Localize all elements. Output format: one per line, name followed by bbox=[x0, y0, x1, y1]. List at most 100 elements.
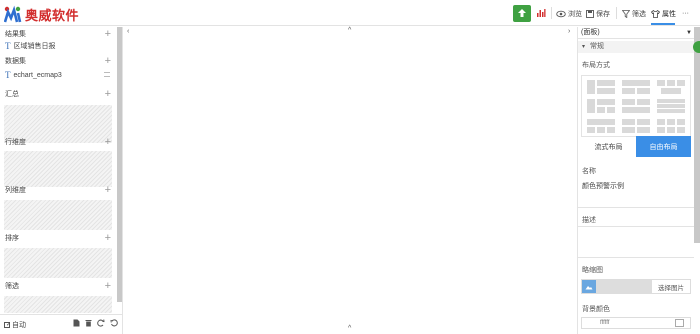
tab-flow-layout[interactable]: 流式布局 bbox=[581, 136, 636, 157]
layout-mode-tabs: 流式布局 自由布局 bbox=[581, 136, 691, 157]
name-value: 颜色预警示例 bbox=[582, 183, 624, 190]
publish-button[interactable] bbox=[513, 5, 531, 22]
thumb-label: 略缩图 bbox=[582, 267, 603, 274]
sync-icon[interactable] bbox=[97, 319, 105, 327]
row-dim-drop-zone[interactable] bbox=[4, 151, 112, 187]
sort-drop-zone[interactable] bbox=[4, 248, 112, 278]
component-select[interactable]: (面板) ▼ bbox=[578, 27, 694, 39]
top-toolbar: 奥威软件 浏览 保存 筛选 属性 ··· bbox=[0, 0, 700, 26]
row-dim-label: 行维度 bbox=[5, 139, 26, 146]
property-tab[interactable]: 属性 bbox=[651, 8, 676, 19]
tab-flow-label: 流式布局 bbox=[594, 144, 623, 151]
filter-header: 筛选 + bbox=[5, 280, 111, 292]
panel-toggle-button[interactable] bbox=[693, 41, 700, 53]
tab-free-label: 自由布局 bbox=[649, 143, 678, 151]
layout-label: 布局方式 bbox=[582, 62, 610, 69]
layout-option-5[interactable] bbox=[622, 99, 650, 113]
filter-label: 筛选 bbox=[5, 283, 19, 290]
image-icon bbox=[582, 280, 596, 293]
shirt-icon bbox=[651, 9, 660, 18]
choose-image-button[interactable]: 选择图片 bbox=[652, 280, 690, 293]
browse-label: 浏览 bbox=[568, 10, 582, 18]
report-item-label: 区域销售日报 bbox=[13, 43, 56, 50]
layout-option-6[interactable] bbox=[657, 99, 685, 113]
active-tab-indicator bbox=[651, 23, 675, 25]
save-label: 保存 bbox=[596, 10, 610, 18]
add-filter-icon[interactable]: + bbox=[105, 280, 111, 292]
upload-icon bbox=[518, 9, 526, 17]
layout-option-4[interactable] bbox=[587, 99, 615, 113]
property-label: 属性 bbox=[662, 10, 676, 18]
save-icon bbox=[586, 9, 594, 18]
layout-option-3[interactable] bbox=[657, 80, 685, 94]
browse-button[interactable]: 浏览 bbox=[556, 8, 582, 19]
save-button[interactable]: 保存 bbox=[586, 8, 610, 19]
general-section-label: 常规 bbox=[589, 43, 604, 50]
dataset-label: 数据集 bbox=[5, 58, 26, 65]
layout-option-8[interactable] bbox=[622, 119, 650, 133]
trash-icon[interactable] bbox=[85, 319, 92, 327]
divider bbox=[616, 7, 617, 19]
add-summary-icon[interactable]: + bbox=[105, 88, 111, 100]
result-set-header: 结果集 + bbox=[5, 28, 111, 40]
text-type-icon: T bbox=[5, 41, 11, 51]
right-scrollbar[interactable] bbox=[694, 27, 700, 243]
bgcolor-label: 背景颜色 bbox=[582, 306, 610, 313]
chevron-down-icon: ▼ bbox=[686, 30, 692, 36]
general-section-header[interactable]: ▾ 常规 bbox=[578, 41, 694, 53]
collapse-left-icon[interactable]: ‹ bbox=[127, 28, 129, 35]
collapse-bottom-icon[interactable]: ^ bbox=[348, 325, 351, 332]
bgcolor-value: ffffff bbox=[600, 320, 610, 326]
col-dim-drop-zone[interactable] bbox=[4, 200, 112, 230]
layout-option-9[interactable] bbox=[657, 119, 685, 133]
filter-label: 筛选 bbox=[632, 10, 646, 18]
col-dim-header: 列维度 + bbox=[5, 184, 111, 196]
design-canvas[interactable]: ‹ ^ › ^ bbox=[122, 27, 578, 334]
layout-option-2[interactable] bbox=[622, 80, 650, 94]
desc-field[interactable] bbox=[578, 226, 694, 258]
summary-label: 汇总 bbox=[5, 91, 19, 98]
layout-option-7[interactable] bbox=[587, 119, 615, 133]
sort-header: 排序 + bbox=[5, 232, 111, 244]
eye-icon bbox=[556, 10, 566, 17]
left-panel: 结果集 + T 区域销售日报 数据集 + T echart_ecmap3 汇总 … bbox=[0, 27, 118, 334]
col-dim-label: 列维度 bbox=[5, 187, 26, 194]
collapse-right-icon[interactable]: › bbox=[568, 28, 570, 35]
filter-button[interactable]: 筛选 bbox=[622, 8, 646, 19]
divider bbox=[551, 7, 552, 19]
add-col-dim-icon[interactable]: + bbox=[105, 184, 111, 196]
right-panel: (面板) ▼ ▾ 常规 布局方式 流式布局 自由布局 名称 颜色预警示例 描述 … bbox=[578, 27, 700, 334]
list-item[interactable]: T 区域销售日报 bbox=[5, 40, 111, 52]
app-name: 奥威软件 bbox=[25, 7, 80, 23]
add-result-set-icon[interactable]: + bbox=[105, 28, 111, 40]
layout-option-1[interactable] bbox=[587, 80, 615, 94]
sort-label: 排序 bbox=[5, 235, 19, 242]
tab-free-layout[interactable]: 自由布局 bbox=[636, 136, 691, 157]
chart-button[interactable] bbox=[536, 8, 546, 18]
chevron-down-icon: ▾ bbox=[582, 44, 586, 50]
filter-icon bbox=[622, 9, 630, 18]
thumbnail-preview bbox=[596, 280, 652, 293]
name-field[interactable]: 颜色预警示例 bbox=[578, 178, 694, 208]
text-type-icon: T bbox=[5, 70, 11, 80]
name-label: 名称 bbox=[582, 168, 596, 175]
more-label: ··· bbox=[682, 10, 689, 17]
color-swatch[interactable] bbox=[675, 319, 684, 327]
choose-image-label: 选择图片 bbox=[658, 284, 684, 292]
add-row-dim-icon[interactable]: + bbox=[105, 136, 111, 148]
refresh-icon[interactable] bbox=[110, 319, 118, 327]
collapse-top-icon[interactable]: ^ bbox=[348, 27, 351, 34]
more-button[interactable]: ··· bbox=[682, 8, 689, 19]
drag-handle-icon[interactable] bbox=[104, 72, 110, 77]
add-dataset-icon[interactable]: + bbox=[105, 55, 111, 67]
footer-actions bbox=[73, 319, 118, 327]
auto-checkbox[interactable]: ✓ bbox=[4, 321, 11, 328]
dataset-header: 数据集 + bbox=[5, 55, 111, 67]
list-item[interactable]: T echart_ecmap3 bbox=[5, 69, 111, 81]
logo-icon bbox=[4, 5, 22, 23]
filter-drop-zone[interactable] bbox=[4, 296, 112, 313]
bgcolor-field[interactable]: ffffff bbox=[581, 317, 691, 329]
app-logo: 奥威软件 bbox=[4, 4, 79, 24]
add-sort-icon[interactable]: + bbox=[105, 232, 111, 244]
new-file-icon[interactable] bbox=[73, 319, 80, 327]
